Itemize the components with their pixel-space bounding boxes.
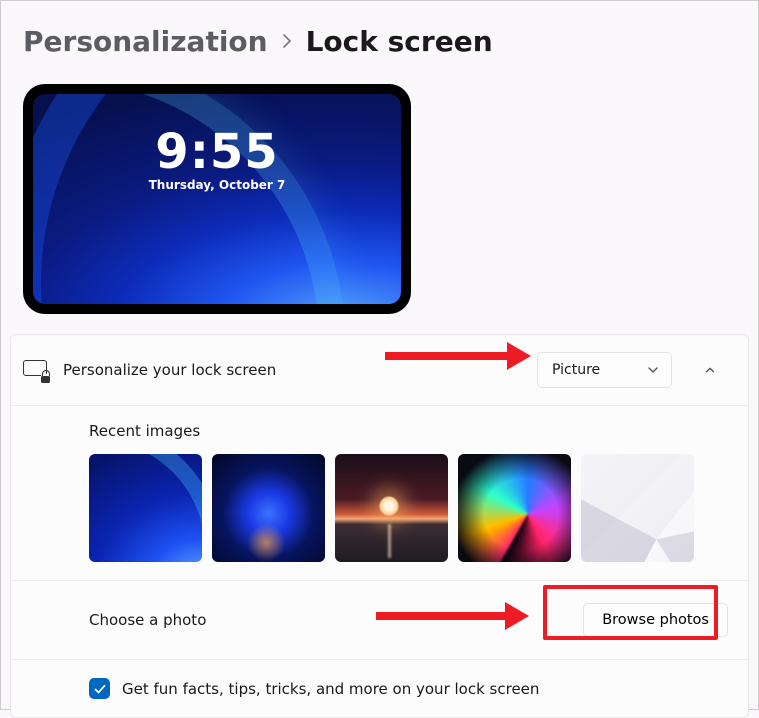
check-icon	[93, 682, 107, 696]
fun-facts-checkbox[interactable]	[89, 678, 110, 699]
choose-photo-row: Choose a photo Browse photos	[11, 580, 748, 659]
preview-date: Thursday, October 7	[149, 178, 286, 192]
breadcrumb: Personalization Lock screen	[1, 1, 758, 62]
collapse-section-button[interactable]	[692, 352, 728, 388]
browse-photos-button[interactable]: Browse photos	[583, 603, 728, 637]
lock-screen-preview-wallpaper: 9:55 Thursday, October 7	[33, 94, 401, 304]
breadcrumb-parent[interactable]: Personalization	[23, 25, 268, 58]
choose-photo-label: Choose a photo	[89, 611, 206, 629]
preview-time: 9:55	[155, 124, 278, 180]
personalize-row: Personalize your lock screen Picture	[11, 335, 748, 405]
chevron-down-icon	[647, 364, 659, 376]
chevron-up-icon	[704, 364, 716, 376]
lock-screen-source-dropdown[interactable]: Picture	[537, 352, 672, 388]
recent-image-thumb[interactable]	[458, 454, 571, 562]
fun-facts-label: Get fun facts, tips, tricks, and more on…	[122, 680, 539, 698]
recent-image-thumb[interactable]	[335, 454, 448, 562]
lock-screen-icon	[23, 360, 49, 380]
dropdown-value: Picture	[552, 362, 600, 378]
lock-screen-settings-card: Personalize your lock screen Picture Rec…	[10, 334, 749, 718]
recent-image-thumb[interactable]	[212, 454, 325, 562]
fun-facts-row: Get fun facts, tips, tricks, and more on…	[11, 659, 748, 717]
personalize-label: Personalize your lock screen	[63, 361, 276, 379]
lock-screen-preview[interactable]: 9:55 Thursday, October 7	[23, 84, 411, 314]
recent-images-title: Recent images	[89, 422, 728, 440]
recent-image-thumb[interactable]	[581, 454, 694, 562]
chevron-right-icon	[282, 32, 292, 53]
recent-images-list	[89, 454, 728, 562]
recent-images-section: Recent images	[11, 405, 748, 580]
lock-screen-preview-container: 9:55 Thursday, October 7	[1, 62, 758, 324]
breadcrumb-current: Lock screen	[306, 25, 493, 58]
recent-image-thumb[interactable]	[89, 454, 202, 562]
